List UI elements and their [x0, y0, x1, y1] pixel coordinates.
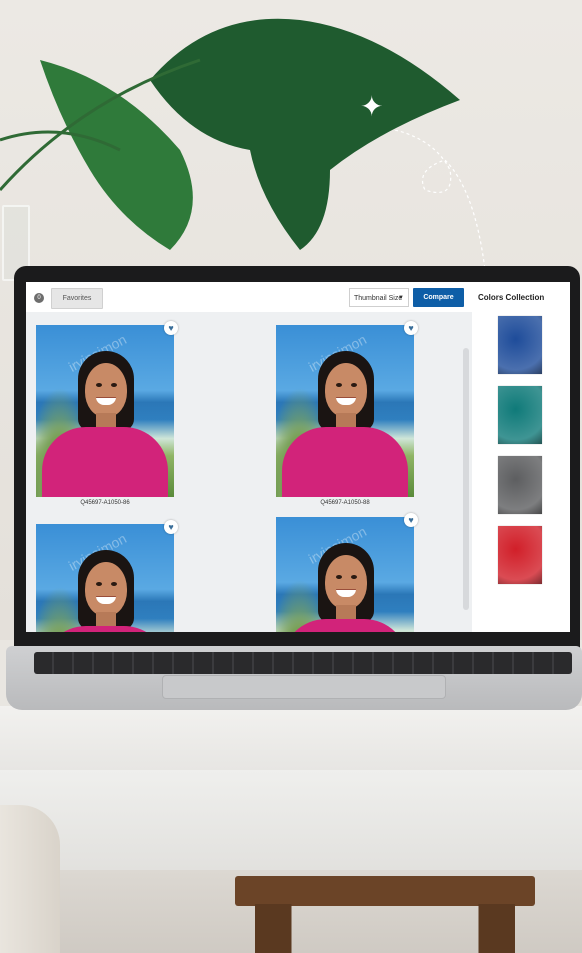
desk-top [0, 706, 582, 770]
swatch-gray[interactable] [498, 456, 542, 514]
heart-icon[interactable]: ♥ [404, 321, 418, 335]
swatch-red[interactable] [498, 526, 542, 584]
favorites-button[interactable]: Favorites [51, 288, 103, 309]
laptop-touchpad [162, 675, 446, 699]
heart-icon[interactable]: ♥ [164, 321, 178, 335]
favorites-count-badge: 0 [34, 293, 44, 303]
dotted-flight-path [395, 130, 486, 271]
photo-caption: Q45697-A1050-86 [80, 500, 130, 506]
laptop-screen: 0 Favorites Thumbnail Size ▼ Compare irv… [26, 282, 570, 632]
thumbnail-size-select[interactable]: Thumbnail Size ▼ [349, 288, 409, 307]
chevron-down-icon: ▼ [398, 295, 404, 301]
photo-thumbnail[interactable]: irvinsimon [36, 325, 174, 497]
photo-thumbnail[interactable]: irvinsimon [276, 325, 414, 497]
swatch-blue[interactable] [498, 316, 542, 374]
laptop-keyboard [34, 652, 572, 674]
photo-gallery: irvinsimon ♥ Q45697-A1050-86 irvinsimon … [26, 312, 472, 632]
wooden-stool [235, 876, 535, 906]
heart-icon[interactable]: ♥ [404, 513, 418, 527]
heart-icon[interactable]: ♥ [164, 520, 178, 534]
photo-thumbnail[interactable]: irvinsimon [36, 524, 174, 632]
colors-collection-title: Colors Collection [478, 293, 545, 302]
thumbnail-size-label: Thumbnail Size [354, 295, 403, 302]
swatch-teal[interactable] [498, 386, 542, 444]
photo-thumbnail[interactable]: irvinsimon [276, 517, 414, 632]
butterfly-icon: ✦ [360, 91, 384, 122]
stool-legs [255, 904, 515, 953]
toolbar: 0 Favorites Thumbnail Size ▼ Compare [26, 282, 472, 312]
chair [0, 805, 60, 953]
compare-button[interactable]: Compare [413, 288, 464, 307]
gallery-scrollbar[interactable] [463, 348, 469, 610]
desk-front [0, 770, 582, 870]
photo-caption: Q45697-A1050-88 [320, 500, 370, 506]
colors-sidebar: Colors Collection [472, 282, 570, 632]
